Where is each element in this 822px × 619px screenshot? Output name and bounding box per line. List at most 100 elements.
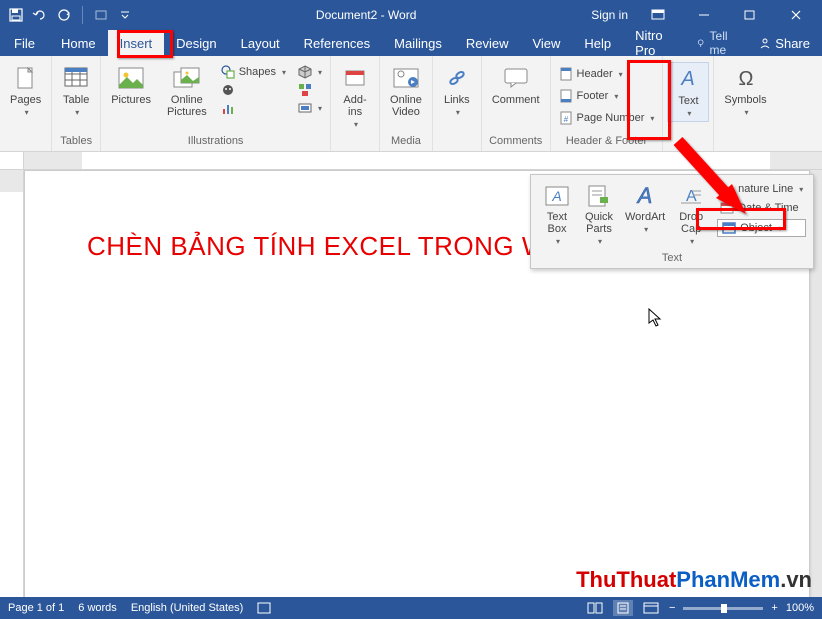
undo-icon[interactable] (32, 7, 48, 23)
svg-text:A: A (551, 188, 561, 204)
web-layout-button[interactable] (641, 600, 661, 616)
page-icon (12, 64, 40, 92)
word-count[interactable]: 6 words (78, 602, 117, 614)
tab-mailings[interactable]: Mailings (382, 30, 454, 56)
smartart-button[interactable] (294, 82, 326, 98)
horizontal-ruler[interactable] (0, 152, 822, 170)
close-icon[interactable] (780, 0, 812, 30)
ribbon-tabs: File Home Insert Design Layout Reference… (0, 30, 822, 56)
zoom-slider[interactable] (683, 607, 763, 610)
tab-review[interactable]: Review (454, 30, 521, 56)
tab-file[interactable]: File (0, 30, 49, 56)
date-time-button[interactable]: Date & Time (717, 200, 806, 216)
save-icon[interactable] (8, 7, 24, 23)
tab-help[interactable]: Help (572, 30, 623, 56)
tab-layout[interactable]: Layout (229, 30, 292, 56)
language-indicator[interactable]: English (United States) (131, 602, 244, 614)
page-number-icon: # (559, 111, 573, 125)
group-tables: Table▾ Tables (52, 56, 101, 151)
group-pages: Pages▾ (0, 56, 52, 151)
text-dropdown-panel: A Text Box▾ Quick Parts▾ A WordArt▾ A Dr… (530, 174, 814, 269)
share-icon (759, 37, 771, 49)
screenshot-button[interactable]: ▾ (294, 100, 326, 116)
online-pictures-button[interactable]: Online Pictures (161, 62, 213, 120)
zoom-level[interactable]: 100% (786, 602, 814, 614)
smartart-icon (298, 83, 312, 97)
document-area: CHÈN BẢNG TÍNH EXCEL TRONG WORD A Text B… (0, 170, 822, 598)
header-button[interactable]: Header▾ (555, 66, 659, 82)
comment-button[interactable]: Comment (486, 62, 546, 108)
text-box-icon: A (544, 183, 570, 209)
symbol-icon: Ω (732, 64, 760, 92)
read-mode-button[interactable] (585, 600, 605, 616)
footer-icon (559, 89, 573, 103)
tell-me-search[interactable]: Tell me (688, 30, 747, 56)
chart-button[interactable] (217, 100, 290, 116)
vertical-ruler[interactable] (0, 170, 24, 598)
quick-parts-button[interactable]: Quick Parts▾ (579, 181, 619, 248)
chart-icon (221, 101, 235, 115)
page-number-button[interactable]: #Page Number▾ (555, 110, 659, 126)
macro-button[interactable] (257, 602, 271, 614)
link-icon (443, 64, 471, 92)
zoom-in-button[interactable]: + (771, 602, 777, 614)
title-bar: Document2 - Word Sign in (0, 0, 822, 30)
lightbulb-icon (696, 37, 705, 49)
quick-access-toolbar (0, 6, 141, 24)
links-button[interactable]: Links▾ (437, 62, 477, 120)
status-bar: Page 1 of 1 6 words English (United Stat… (0, 597, 822, 619)
zoom-out-button[interactable]: − (669, 602, 675, 614)
document-heading[interactable]: CHÈN BẢNG TÍNH EXCEL TRONG WORD (87, 231, 606, 262)
svg-text:A: A (681, 68, 695, 90)
online-video-button[interactable]: Online Video (384, 62, 428, 120)
qat-customize-icon[interactable] (117, 7, 133, 23)
text-dropdown-button[interactable]: A Text▾ (667, 62, 709, 122)
qat-extra-icon[interactable] (93, 7, 109, 23)
drop-cap-button[interactable]: A Drop Cap▾ (671, 181, 711, 248)
pages-button[interactable]: Pages▾ (4, 62, 47, 120)
tab-insert[interactable]: Insert (108, 30, 165, 56)
svg-text:Ω: Ω (738, 68, 753, 90)
3d-icon (298, 65, 312, 79)
addins-button[interactable]: Add- ins ▾ (335, 62, 375, 131)
group-comments: Comment Comments (482, 56, 551, 151)
icons-button[interactable] (217, 82, 290, 98)
tab-view[interactable]: View (520, 30, 572, 56)
pictures-button[interactable]: Pictures (105, 62, 157, 108)
icons-icon (221, 83, 235, 97)
online-picture-icon (173, 64, 201, 92)
3d-models-button[interactable]: ▾ (294, 64, 326, 80)
comment-icon (502, 64, 530, 92)
redo-icon[interactable] (56, 7, 72, 23)
document-title: Document2 - Word (141, 8, 591, 22)
sign-in-link[interactable]: Sign in (591, 8, 628, 22)
shapes-button[interactable]: Shapes▾ (217, 64, 290, 80)
table-button[interactable]: Table▾ (56, 62, 96, 120)
tab-design[interactable]: Design (164, 30, 228, 56)
footer-button[interactable]: Footer▾ (555, 88, 659, 104)
minimize-icon[interactable] (688, 0, 720, 30)
wordart-button[interactable]: A WordArt▾ (621, 181, 669, 248)
ribbon-display-options-icon[interactable] (642, 0, 674, 30)
object-icon (722, 222, 736, 234)
share-button[interactable]: Share (747, 30, 822, 56)
tab-references[interactable]: References (292, 30, 382, 56)
text-box-button[interactable]: A Text Box▾ (537, 181, 577, 248)
addins-icon (341, 64, 369, 92)
group-header-footer: Header▾ Footer▾ #Page Number▾ Header & F… (551, 56, 664, 151)
ribbon: Pages▾ Table▾ Tables Pictures Online Pic… (0, 56, 822, 152)
signature-line-button[interactable]: nature Line▾ (717, 181, 806, 197)
tab-nitro-pro[interactable]: Nitro Pro (623, 30, 688, 56)
page-indicator[interactable]: Page 1 of 1 (8, 602, 64, 614)
object-button[interactable]: Object ▾ (717, 219, 806, 237)
group-links: Links▾ (433, 56, 482, 151)
svg-text:A: A (636, 183, 653, 208)
print-layout-button[interactable] (613, 600, 633, 616)
symbols-button[interactable]: Ω Symbols▾ (718, 62, 772, 120)
group-text: A Text▾ (663, 56, 714, 151)
text-icon: A (674, 65, 702, 93)
svg-text:#: # (563, 115, 568, 124)
group-media: Online Video Media (380, 56, 433, 151)
maximize-icon[interactable] (734, 0, 766, 30)
tab-home[interactable]: Home (49, 30, 108, 56)
